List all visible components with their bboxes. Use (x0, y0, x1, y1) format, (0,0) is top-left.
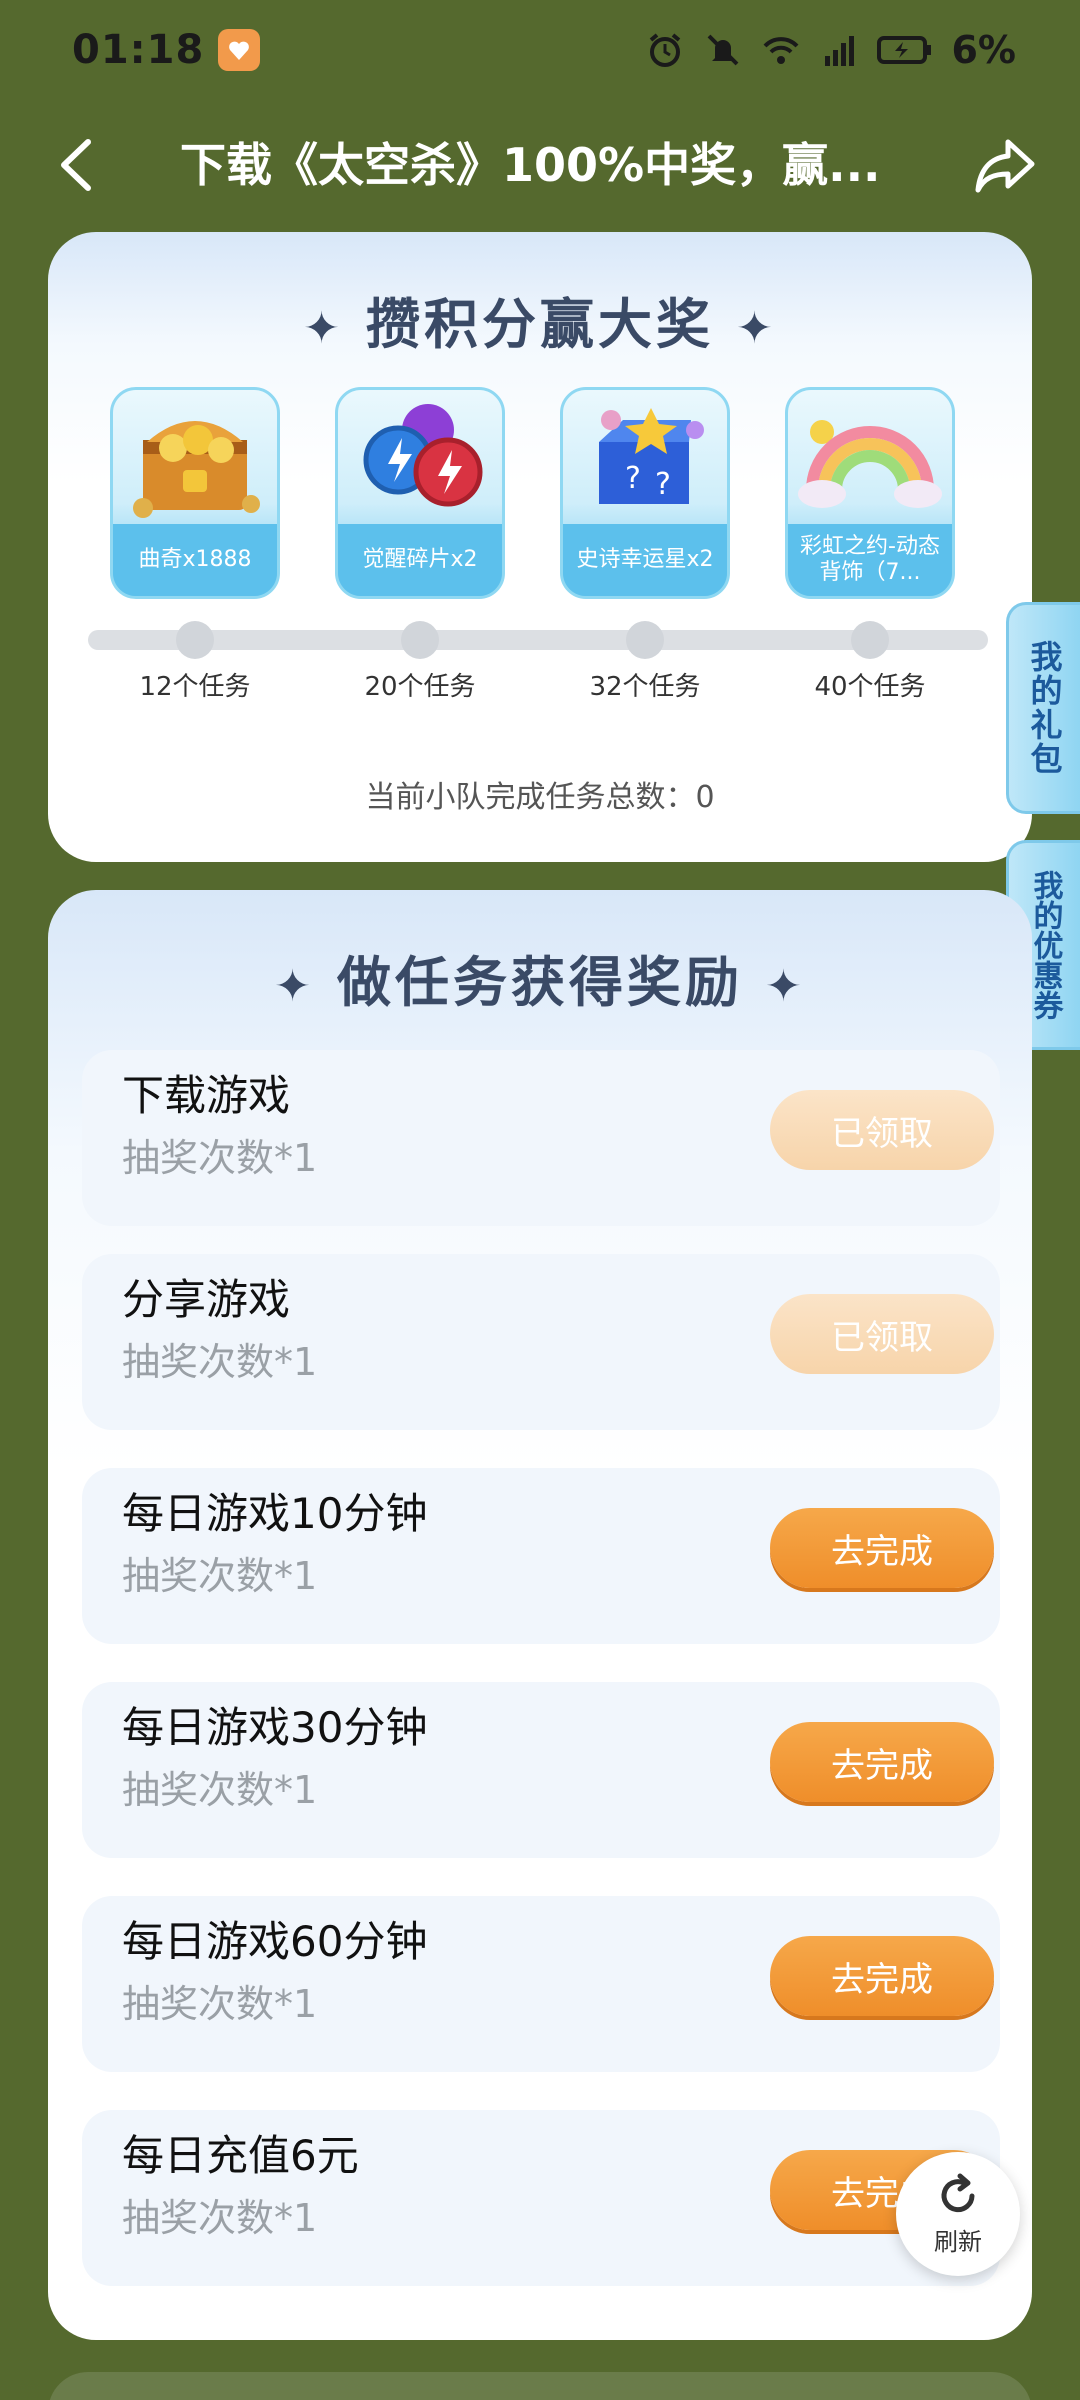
progress-node (851, 621, 889, 659)
tasks-title-text: 做任务获得奖励 (337, 951, 743, 1014)
treasure-chest-icon (133, 421, 260, 518)
tasks-title: ✦ 做任务获得奖励 ✦ (48, 938, 1032, 1017)
prize-label: 彩虹之约-动态背饰（7... (788, 524, 952, 596)
rewards-card: ✦ 攒积分赢大奖 ✦ 曲奇x1888 觉醒碎片x2 ? ? 史诗幸运星x2 彩虹… (48, 232, 1032, 862)
energy-coin-icon (363, 404, 483, 507)
team-task-count: 当前小队完成任务总数：0 (365, 780, 715, 815)
task-item: 下载游戏 抽奖次数*1 已领取 (82, 1050, 1000, 1226)
status-time: 01:18 (72, 27, 205, 73)
go-complete-button[interactable]: 去完成 (770, 1722, 994, 1802)
task-name: 每日游戏10分钟 (122, 1489, 428, 1538)
svg-text:?: ? (655, 467, 671, 502)
task-item: 分享游戏 抽奖次数*1 已领取 (82, 1254, 1000, 1430)
prize-card-shard[interactable]: 觉醒碎片x2 (335, 387, 505, 599)
go-complete-button[interactable]: 去完成 (770, 1936, 994, 2016)
page-title: 下载《太空杀》100%中奖，赢... (180, 138, 880, 192)
task-reward: 抽奖次数*1 (122, 2196, 318, 2240)
svg-text:?: ? (625, 461, 641, 496)
wifi-icon (764, 37, 799, 64)
back-arrow-icon[interactable] (48, 132, 108, 198)
claimed-button[interactable]: 已领取 (770, 1294, 994, 1374)
milestone-label: 40个任务 (814, 672, 926, 702)
prize-card-rainbow[interactable]: 彩虹之约-动态背饰（7... (785, 387, 955, 599)
tasks-card: ✦ 做任务获得奖励 ✦ 下载游戏 抽奖次数*1 已领取 分享游戏 抽奖次数*1 已领… (48, 890, 1032, 2340)
rewards-title-text: 攒积分赢大奖 (366, 293, 714, 356)
task-reward: 抽奖次数*1 (122, 1982, 318, 2026)
mute-icon (708, 34, 739, 66)
rewards-title: ✦ 攒积分赢大奖 ✦ (48, 280, 1032, 359)
milestone-label: 12个任务 (139, 672, 251, 702)
prize-card-cookie[interactable]: 曲奇x1888 (110, 387, 280, 599)
task-item: 每日游戏60分钟 抽奖次数*1 去完成 (82, 1896, 1000, 2072)
task-name: 每日游戏30分钟 (122, 1703, 428, 1752)
task-reward: 抽奖次数*1 (122, 1768, 318, 1812)
nav-bar: 下载《太空杀》100%中奖，赢... (0, 110, 1080, 220)
status-left: 01:18 (72, 27, 261, 73)
rainbow-icon (798, 420, 942, 508)
sparkle-icon: ✦ (274, 961, 315, 1012)
milestone-label: 32个任务 (589, 672, 701, 702)
battery-percentage: 6% (951, 28, 1016, 72)
task-name: 每日游戏60分钟 (122, 1917, 428, 1966)
sparkle-icon: ✦ (303, 303, 344, 354)
go-complete-button[interactable]: 去完成 (770, 1508, 994, 1588)
battery-icon (877, 36, 932, 64)
prize-label: 史诗幸运星x2 (563, 524, 727, 596)
task-name: 下载游戏 (122, 1071, 291, 1120)
share-icon[interactable] (972, 132, 1038, 198)
task-reward: 抽奖次数*1 (122, 1136, 318, 1180)
task-name: 每日充值6元 (122, 2131, 359, 2180)
refresh-label: 刷新 (934, 2227, 982, 2256)
progress-node (176, 621, 214, 659)
refresh-icon (941, 2173, 975, 2212)
mystery-box-icon: ? ? (599, 408, 704, 504)
task-item: 每日充值6元 抽奖次数*1 去完成 (82, 2110, 1000, 2286)
task-reward: 抽奖次数*1 (122, 1340, 318, 1384)
prize-label: 觉醒碎片x2 (338, 524, 502, 596)
sparkle-icon: ✦ (765, 961, 806, 1012)
my-gift-pack-label: 我的礼包 (1025, 640, 1064, 776)
app-notification-icon (218, 29, 261, 71)
task-item: 每日游戏30分钟 抽奖次数*1 去完成 (82, 1682, 1000, 1858)
prize-card-lucky-star[interactable]: ? ? 史诗幸运星x2 (560, 387, 730, 599)
task-item: 每日游戏10分钟 抽奖次数*1 去完成 (82, 1468, 1000, 1644)
status-right: 6% (645, 28, 1016, 72)
sparkle-icon: ✦ (736, 303, 777, 354)
progress-node (401, 621, 439, 659)
alarm-icon (650, 33, 681, 67)
task-reward: 抽奖次数*1 (122, 1554, 318, 1598)
claimed-button[interactable]: 已领取 (770, 1090, 994, 1170)
my-gift-pack-tab[interactable]: 我的礼包 (1006, 602, 1080, 814)
task-name: 分享游戏 (122, 1275, 291, 1324)
status-bar: 01:18 6% (0, 0, 1080, 100)
signal-5g-icon (825, 36, 855, 66)
milestone-label: 20个任务 (364, 672, 476, 702)
next-card-peek (48, 2372, 1032, 2400)
progress-node (626, 621, 664, 659)
prize-label: 曲奇x1888 (113, 524, 277, 596)
refresh-button[interactable]: 刷新 (896, 2152, 1020, 2276)
